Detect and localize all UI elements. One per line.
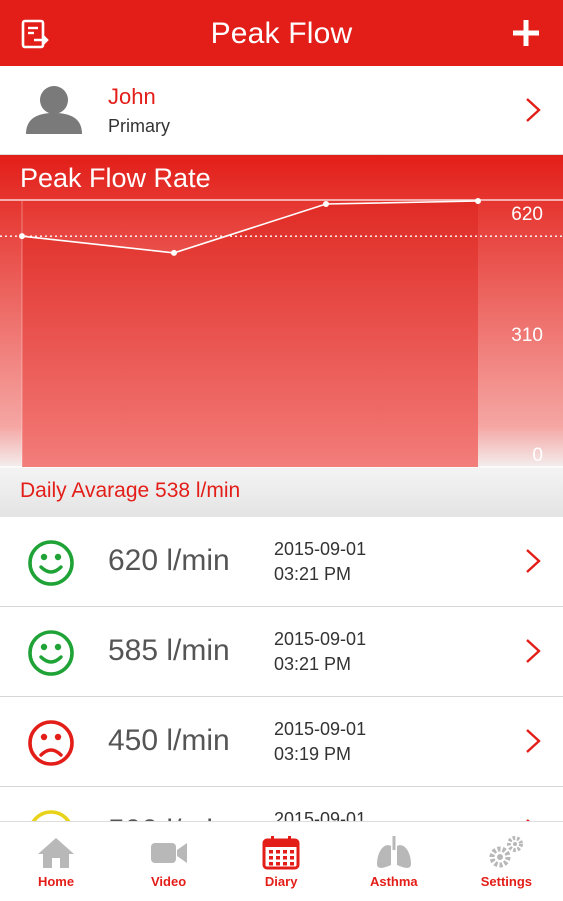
tab-settings[interactable]: Settings	[450, 822, 562, 901]
reading-value: 585 l/min	[108, 634, 230, 667]
add-icon[interactable]	[511, 18, 541, 48]
data-point	[19, 233, 25, 240]
reading-date: 2015-09-01	[274, 539, 367, 559]
chart-title: Peak Flow Rate	[20, 163, 211, 193]
y-tick-mid: 310	[511, 325, 543, 346]
chevron-right-icon	[526, 98, 541, 122]
smiley-face-icon	[28, 540, 74, 586]
peak-flow-chart: Peak Flow Rate 620 310 0 Daily Avarage 5…	[0, 155, 563, 517]
profile-row[interactable]: John Primary	[0, 66, 563, 155]
calendar-icon	[262, 836, 300, 870]
reading-time: 03:21 PM	[274, 654, 352, 674]
tab-label: Home	[37, 874, 75, 889]
chevron-right-icon	[526, 729, 541, 753]
reading-time: 03:21 PM	[274, 564, 352, 584]
profile-role: Primary	[108, 116, 170, 136]
y-tick-min: 0	[532, 445, 543, 466]
tab-home[interactable]: Home	[0, 822, 112, 901]
reading-value: 450 l/min	[108, 724, 230, 757]
home-icon	[38, 838, 74, 868]
reading-date: 2015-09-01	[274, 719, 367, 739]
data-point	[323, 201, 329, 208]
reading-row[interactable]: 620 l/min 2015-09-01 03:21 PM	[0, 517, 563, 607]
avatar-icon	[26, 86, 82, 134]
sad-face-icon	[28, 720, 74, 766]
y-tick-max: 620	[511, 204, 543, 225]
tab-label: Video	[151, 874, 187, 889]
profile-name: John	[108, 84, 156, 109]
tab-label: Asthma	[369, 874, 418, 889]
reading-value: 620 l/min	[108, 544, 230, 577]
reading-row[interactable]: 585 l/min 2015-09-01 03:21 PM	[0, 607, 563, 697]
tab-diary[interactable]: Diary	[225, 822, 337, 901]
gears-icon	[489, 836, 524, 868]
chevron-right-icon	[526, 549, 541, 573]
chart-canvas	[0, 155, 563, 517]
video-camera-icon	[150, 843, 187, 863]
tab-bar: Home Video Diary Asthma Settings	[0, 821, 563, 901]
smiley-face-icon	[28, 630, 74, 676]
reading-time: 03:19 PM	[274, 744, 352, 764]
data-point	[475, 198, 481, 204]
daily-average: Daily Avarage 538 l/min	[20, 479, 241, 502]
tab-label: Diary	[264, 874, 298, 889]
page-title: Peak Flow	[210, 17, 353, 50]
tab-video[interactable]: Video	[113, 822, 225, 901]
chevron-right-icon	[526, 639, 541, 663]
data-point	[171, 249, 177, 256]
reading-row[interactable]: 450 l/min 2015-09-01 03:19 PM	[0, 697, 563, 787]
tab-asthma[interactable]: Asthma	[338, 822, 450, 901]
reading-date: 2015-09-01	[274, 629, 367, 649]
tab-label: Settings	[480, 874, 533, 889]
lungs-icon	[376, 836, 411, 868]
app-header: Peak Flow	[0, 0, 563, 66]
